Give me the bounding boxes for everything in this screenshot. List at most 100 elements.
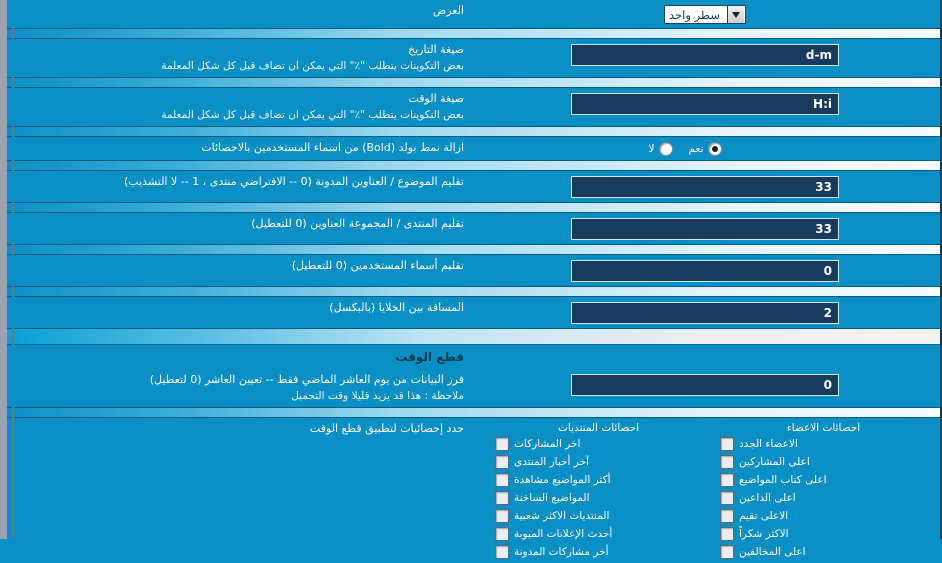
trim-usernames-title: تقليم أسماء المستخدمين (0 للتعطيل)	[291, 259, 464, 273]
trim-topic-titles-title: تقليم الموضوع / العناوين المدونة (0 -- ا…	[124, 175, 464, 189]
member-stats-column: احصائات الاعضاء الاعضاء الجدد اعلى المشا…	[710, 422, 925, 563]
trim-forum-control-cell	[470, 213, 940, 244]
stats-checkbox-panel: احصائات الاعضاء الاعضاء الجدد اعلى المشا…	[7, 418, 940, 563]
checkbox-label: اخر المشاركات	[514, 438, 581, 451]
remove-bold-radio-yes[interactable]: نعم	[688, 142, 722, 157]
section-heading-spacer	[470, 345, 940, 354]
checkbox-indicator[interactable]	[495, 491, 509, 506]
time-format-control-cell	[470, 88, 940, 119]
checkbox-indicator[interactable]	[495, 545, 509, 560]
radio-yes-label: نعم	[688, 143, 704, 156]
checkbox-label: الاعضاء الجدد	[739, 438, 798, 451]
checkbox-indicator[interactable]	[720, 491, 734, 506]
checkbox-row[interactable]: المواضيع الساخنة	[485, 491, 700, 506]
checkbox-row[interactable]: الاعلى تقيم	[710, 509, 925, 524]
radio-no-indicator[interactable]	[658, 142, 673, 157]
checkbox-label: الاكثر شكراً	[739, 528, 789, 541]
display-title: العرض	[432, 4, 464, 17]
checkbox-label: اعلى المشاركين	[739, 456, 810, 469]
remove-bold-radio-no[interactable]: لا	[648, 142, 673, 157]
cell-spacing-control-cell	[470, 297, 940, 328]
trim-forum-titles-title: تقليم المنتدى / المجموعة العناوين (0 للت…	[251, 217, 464, 231]
trim-topic-label-cell: تقليم الموضوع / العناوين المدونة (0 -- ا…	[7, 171, 470, 194]
row-cutoff-days: فرز البيانات من يوم العاشر الماضي فقط --…	[7, 369, 940, 408]
checkbox-row[interactable]: آخر أخبار المنتدى	[485, 455, 700, 470]
cutoff-days-title: فرز البيانات من يوم العاشر الماضي فقط --…	[149, 373, 464, 387]
row-remove-bold: نعم لا ازالة نمط بولد (Bold) من اسماء ال…	[7, 137, 940, 161]
section-heading-text: قطع الوقت	[395, 350, 464, 365]
stats-panel-label: حدد إحصائيات لتطبيق قطع الوقت	[309, 422, 464, 436]
cutoff-days-input[interactable]	[571, 374, 839, 397]
row-separator	[7, 407, 940, 419]
checkbox-label: أحدث الإعلانات المبوبة	[514, 528, 613, 541]
checkbox-indicator[interactable]	[720, 473, 734, 488]
checkbox-indicator[interactable]	[720, 455, 734, 470]
trim-topic-control-cell	[470, 171, 940, 202]
cutoff-days-control-cell	[470, 369, 940, 400]
checkbox-indicator[interactable]	[495, 527, 509, 542]
date-format-label-cell: صيغة التاريخ بعض التكوينات يتطلب "٪" الت…	[7, 39, 470, 77]
checkbox-row[interactable]: اعلى المشاركين	[710, 455, 925, 470]
time-format-title: صيغة الوقت	[408, 92, 464, 106]
settings-page: سطر واحد العرض صيغة التاريخ بعض التكوينا…	[0, 0, 942, 563]
display-select[interactable]: سطر واحد	[664, 5, 746, 24]
checkbox-indicator[interactable]	[720, 437, 734, 452]
date-format-input[interactable]	[571, 44, 839, 66]
row-separator	[7, 160, 940, 172]
checkbox-label: اعلى كتاب المواضيع	[739, 474, 827, 487]
radio-yes-indicator[interactable]	[707, 142, 722, 157]
checkbox-label: أخر مشاركات المدونة	[514, 546, 609, 559]
row-display: سطر واحد العرض	[7, 0, 940, 28]
checkbox-row[interactable]: أخر مشاركات المدونة	[485, 545, 700, 560]
checkbox-row[interactable]: اعلى المخالفين	[710, 545, 925, 560]
remove-bold-title: ازالة نمط بولد (Bold) من اسماء المستخدمي…	[201, 141, 464, 155]
row-trim-usernames: تقليم أسماء المستخدمين (0 للتعطيل)	[7, 255, 940, 287]
checkbox-row[interactable]: الاعضاء الجدد	[710, 437, 925, 452]
row-cell-spacing: المسافة بين الخلايا (بالبكسل)	[7, 297, 940, 329]
checkbox-label: آخر أخبار المنتدى	[514, 456, 589, 469]
trim-forum-titles-input[interactable]	[571, 218, 839, 241]
row-trim-topic-titles: تقليم الموضوع / العناوين المدونة (0 -- ا…	[7, 171, 940, 203]
forum-stats-column: احصائات المنتديات اخر المشاركات آخر أخبا…	[485, 422, 700, 563]
checkbox-label: اعلى الداعين	[739, 492, 796, 505]
checkbox-row[interactable]: الاكثر شكراً	[710, 527, 925, 542]
time-format-label-cell: صيغة الوقت بعض التكوينات يتطلب "٪" التي …	[7, 88, 470, 126]
cutoff-days-desc: ملاحظة : هذا قد يزيد قليلا وقت التحميل	[291, 390, 464, 403]
row-separator	[7, 126, 940, 138]
radio-no-label: لا	[648, 143, 655, 156]
checkbox-row[interactable]: اعلى الداعين	[710, 491, 925, 506]
checkbox-label: المنتديات الاكثر شعبية	[514, 510, 610, 523]
chevron-down-icon[interactable]	[726, 6, 745, 23]
checkbox-row[interactable]: أكثر المواضيع مشاهدة	[485, 473, 700, 488]
checkbox-row[interactable]: المنتديات الاكثر شعبية	[485, 509, 700, 524]
checkbox-indicator[interactable]	[495, 455, 509, 470]
trim-usernames-label-cell: تقليم أسماء المستخدمين (0 للتعطيل)	[7, 255, 470, 278]
checkbox-row[interactable]: اعلى كتاب المواضيع	[710, 473, 925, 488]
section-header-bar	[7, 328, 940, 346]
stats-checkbox-columns: احصائات الاعضاء الاعضاء الجدد اعلى المشا…	[470, 418, 940, 563]
forum-stats-header: احصائات المنتديات	[557, 422, 640, 435]
remove-bold-radio-group: نعم لا	[470, 142, 940, 157]
cutoff-days-label-cell: فرز البيانات من يوم العاشر الماضي فقط --…	[7, 369, 470, 407]
date-format-control-cell	[470, 39, 940, 70]
checkbox-indicator[interactable]	[495, 437, 509, 452]
checkbox-indicator[interactable]	[720, 509, 734, 524]
row-section-heading: قطع الوقت	[7, 345, 940, 370]
checkbox-indicator[interactable]	[720, 527, 734, 542]
date-format-title: صيغة التاريخ	[408, 43, 464, 56]
remove-bold-control-cell: نعم لا	[470, 137, 940, 160]
checkbox-row[interactable]: أحدث الإعلانات المبوبة	[485, 527, 700, 542]
checkbox-label: أكثر المواضيع مشاهدة	[514, 474, 611, 487]
section-heading-cell: قطع الوقت	[7, 345, 470, 369]
cell-spacing-label-cell: المسافة بين الخلايا (بالبكسل)	[7, 297, 470, 320]
remove-bold-label-cell: ازالة نمط بولد (Bold) من اسماء المستخدمي…	[7, 137, 470, 160]
trim-topic-titles-input[interactable]	[571, 176, 839, 199]
cell-spacing-input[interactable]	[571, 302, 839, 325]
row-separator	[7, 202, 940, 214]
checkbox-indicator[interactable]	[720, 545, 734, 560]
checkbox-row[interactable]: اخر المشاركات	[485, 437, 700, 452]
checkbox-indicator[interactable]	[495, 509, 509, 524]
trim-usernames-input[interactable]	[571, 260, 839, 283]
checkbox-indicator[interactable]	[495, 473, 509, 488]
time-format-input[interactable]	[571, 93, 839, 116]
